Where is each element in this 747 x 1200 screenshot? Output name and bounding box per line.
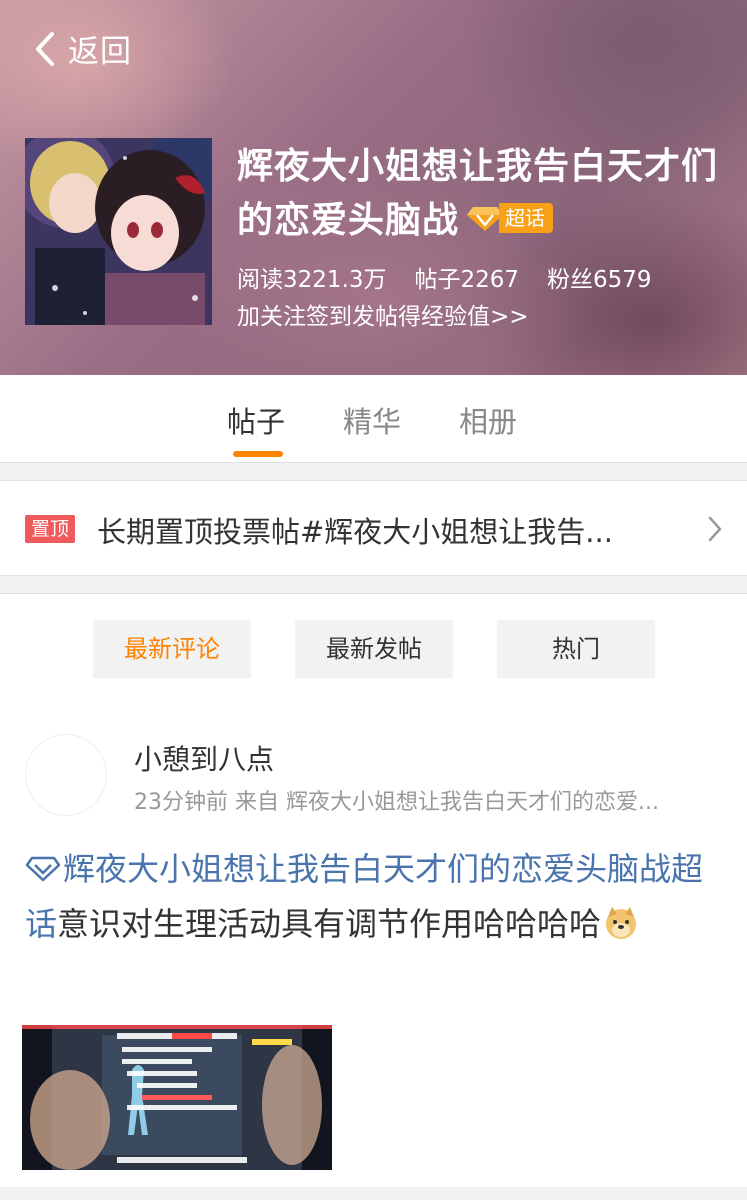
filter-latest-comments[interactable]: 最新评论 [93, 620, 251, 678]
post-meta: 23分钟前 来自 辉夜大小姐想让我告白天才们的恋爱... [134, 790, 659, 815]
super-topic-badge: 超话 [465, 202, 554, 234]
back-button[interactable]: 返回 [30, 26, 132, 71]
posts-count: 帖子2267 [414, 267, 520, 293]
tab-album[interactable]: 相册 [459, 399, 517, 441]
fans-count: 粉丝6579 [547, 267, 652, 293]
cover-image[interactable] [25, 138, 212, 325]
tab-posts[interactable]: 帖子 [227, 399, 285, 441]
pinned-text: 长期置顶投票帖#辉夜大小姐想让我告... [97, 515, 613, 549]
tab-featured[interactable]: 精华 [343, 399, 401, 441]
anime-screenshot [22, 1025, 332, 1170]
filter-hot[interactable]: 热门 [497, 620, 655, 678]
anime-cover-art [25, 138, 212, 325]
topic-stats: 阅读3221.3万 帖子2267 粉丝6579 [237, 260, 652, 294]
badge-label: 超话 [499, 203, 554, 233]
avatar[interactable] [25, 734, 107, 816]
topic-tabs: 帖子 精华 相册 [0, 375, 747, 463]
filter-latest-posts[interactable]: 最新发帖 [295, 620, 453, 678]
follow-hint-link[interactable]: 加关注签到发帖得经验值>> [237, 297, 529, 331]
pinned-tag: 置顶 [25, 515, 75, 543]
feed-divider [0, 1187, 747, 1200]
pinned-post[interactable]: 置顶 长期置顶投票帖#辉夜大小姐想让我告... [0, 480, 747, 576]
back-label: 返回 [68, 34, 132, 70]
post-username[interactable]: 小憩到八点 [134, 738, 274, 778]
doge-emoji-icon [606, 907, 637, 939]
topic-header: 返回 辉夜大小姐想让我告白天才们的恋爱头脑战 超话 阅读3221.3万 帖子22… [0, 0, 747, 375]
topic-title: 辉夜大小姐想让我告白天才们的恋爱头脑战 超话 [237, 140, 732, 248]
post-content[interactable]: 辉夜大小姐想让我告白天才们的恋爱头脑战超话意识对生理活动具有调节作用哈哈哈哈 [25, 842, 715, 952]
back-arrow-icon [36, 31, 54, 66]
post-feed: 最新评论 最新发帖 热门 小憩到八点 23分钟前 来自 辉夜大小姐想让我告白天才… [0, 593, 747, 1200]
topic-diamond-icon [25, 856, 61, 882]
post-image[interactable] [22, 1025, 332, 1170]
reads-count: 阅读3221.3万 [237, 267, 387, 293]
active-tab-indicator [233, 451, 283, 457]
chevron-right-icon[interactable] [704, 512, 726, 546]
post-body: 意识对生理活动具有调节作用哈哈哈哈 [57, 905, 602, 943]
